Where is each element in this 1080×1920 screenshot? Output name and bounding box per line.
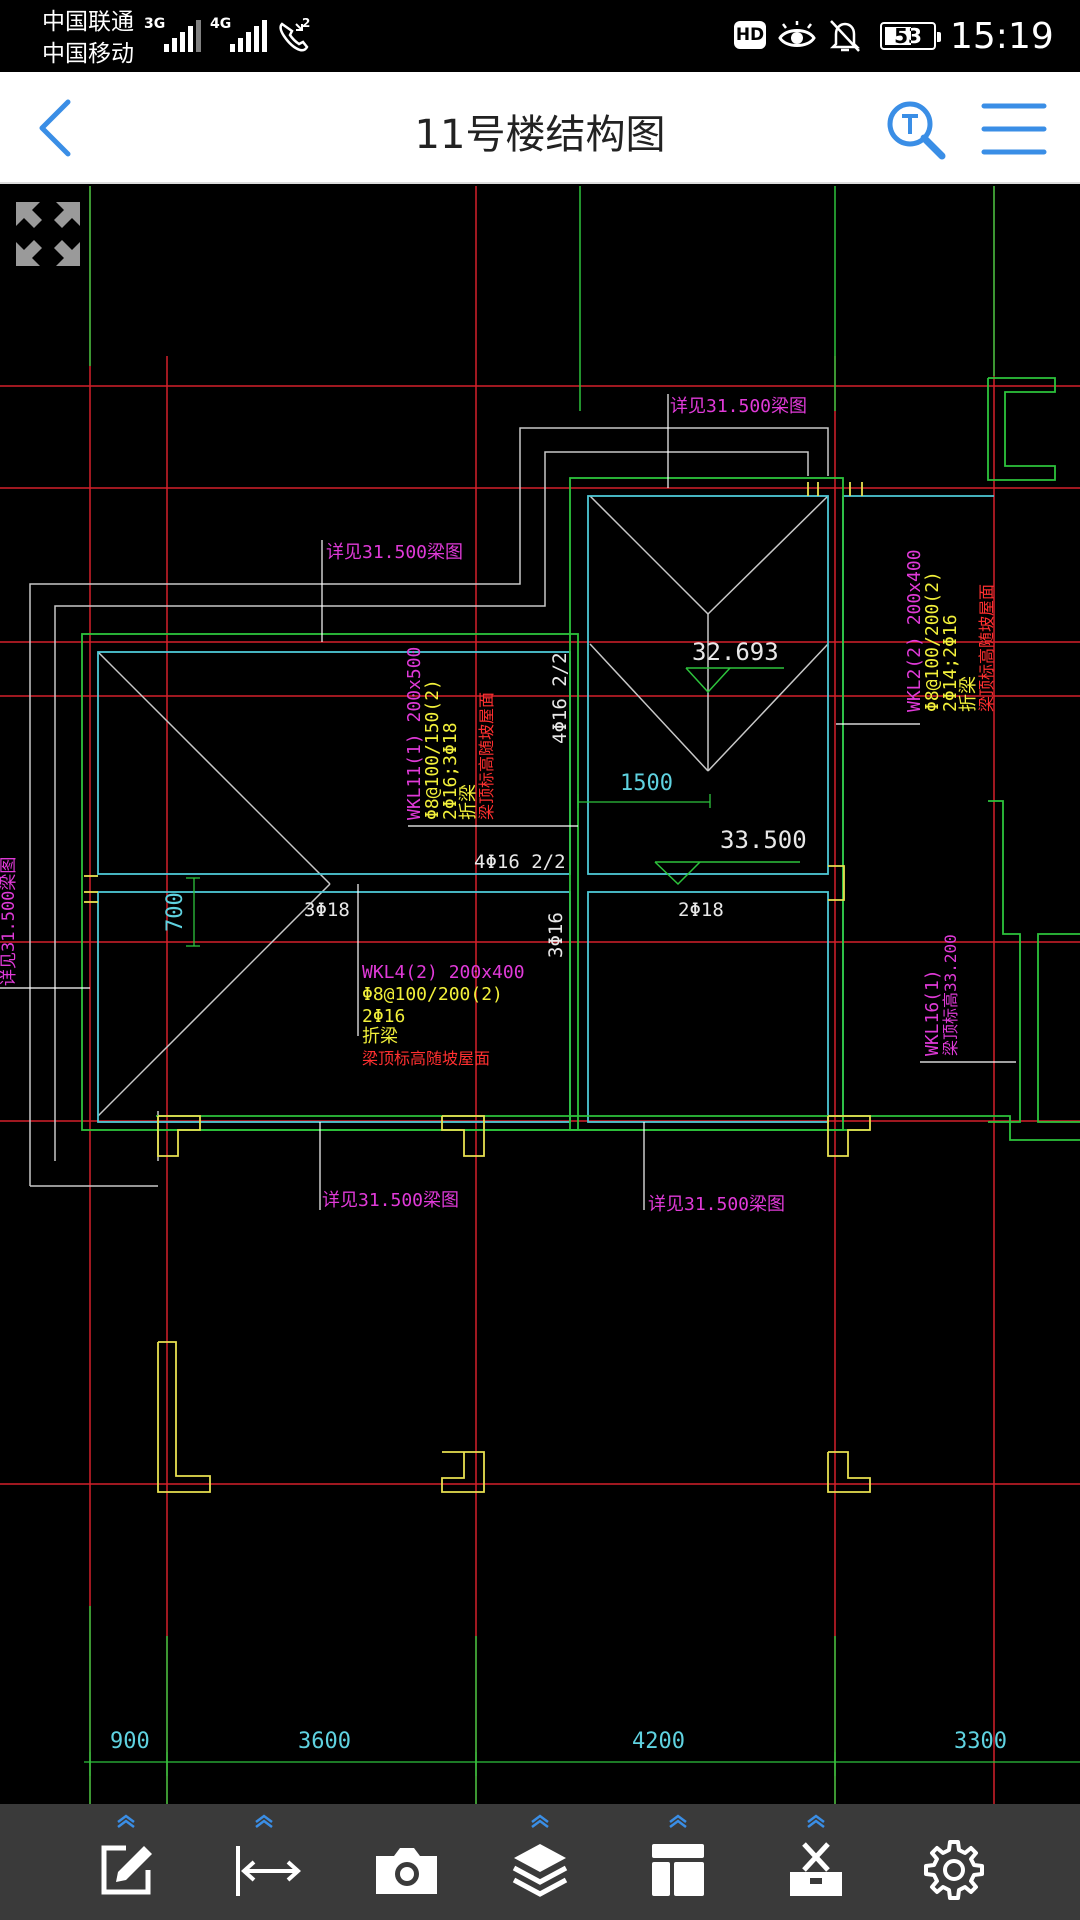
wkl4-line-3: 2Φ16 [362, 1006, 405, 1027]
ref-bottom-right-label: 详见31.500梁图 [648, 1194, 785, 1215]
menu-button[interactable] [980, 102, 1048, 156]
carrier-2: 中国移动 [42, 41, 134, 67]
dimension-1500: 1500 [620, 771, 673, 796]
wkl16-line-2: 梁顶标高33.200 [941, 934, 960, 1056]
wkl2-line-4: 折梁 [958, 676, 979, 712]
settings-tool-button[interactable] [899, 1804, 1009, 1920]
ref-left-vertical-label: 详见31.500梁图 [0, 857, 19, 986]
camera-icon [376, 1848, 437, 1894]
title-bar: 11号楼结构图 [0, 72, 1080, 184]
dim-bottom-1: 3600 [298, 1729, 351, 1754]
wkl16-line-1: WKL16(1) [922, 969, 943, 1056]
ref-top-label: 详见31.500梁图 [670, 396, 807, 417]
structural-drawing[interactable]: 详见31.500梁图 详见31.500梁图 详见31.500梁图 详见31.50… [0, 186, 1080, 1804]
toolbox-tool-button[interactable] [761, 1804, 871, 1920]
toolbox-icon [790, 1842, 842, 1896]
carrier-1: 中国联通 [42, 9, 134, 35]
call-badge: 2 [302, 16, 311, 30]
beam-outlines [97, 495, 994, 1123]
rebar-2f18: 2Φ18 [678, 899, 724, 921]
expand-icon [16, 202, 80, 266]
rebar-3f16: 3Φ16 [545, 912, 567, 958]
elevation-32693: 32.693 [692, 638, 779, 666]
fullscreen-button[interactable] [12, 198, 84, 270]
edit-tool-button[interactable] [71, 1804, 181, 1920]
eye-comfort-icon [778, 21, 816, 47]
elevation-33500: 33.500 [720, 826, 807, 854]
edit-icon [101, 1845, 152, 1895]
signal-strength-icon [164, 20, 201, 52]
wkl4-annotation: WKL4(2) 200x400 Φ8@100/200(2) 2Φ16 折梁 梁顶… [362, 962, 525, 1068]
chevron-up-icon [117, 1814, 135, 1828]
text-search-button[interactable] [884, 98, 948, 162]
text-search-icon [887, 101, 946, 160]
chevron-up-icon [531, 1814, 549, 1828]
wkl2-line-5: 梁顶标高随坡屋面 [977, 584, 996, 712]
carrier-names: 中国联通 中国移动 [42, 6, 134, 70]
wkl11-line-4: 折梁 [458, 784, 479, 820]
measure-icon [236, 1846, 301, 1896]
clock: 15:19 [950, 16, 1054, 57]
wkl4-line-4: 折梁 [362, 1026, 398, 1047]
layers-tool-button[interactable] [485, 1804, 595, 1920]
hd-badge: HD [734, 21, 766, 49]
measure-tool-button[interactable] [209, 1804, 319, 1920]
dimension-700: 700 [163, 892, 188, 932]
ref-mid-label: 详见31.500梁图 [326, 542, 463, 563]
annotations: 详见31.500梁图 详见31.500梁图 详见31.500梁图 详见31.50… [0, 396, 1007, 1754]
rebar-3f18: 3Φ18 [304, 899, 350, 921]
battery-level: 53 [894, 24, 922, 48]
rebar-4f16-horizontal: 4Φ16 2/2 [474, 851, 566, 873]
network-type-2: 4G [210, 16, 232, 32]
signal-strength-icon-2 [230, 20, 267, 52]
leader-lines [0, 394, 1016, 1210]
wkl2-annotation: WKL2(2) 200x400 Φ8@100/200(2) 2Φ14;2Φ16 … [904, 549, 996, 712]
chevron-up-icon [669, 1814, 687, 1828]
camera-tool-button[interactable] [347, 1804, 457, 1920]
bottom-toolbar [0, 1804, 1080, 1920]
wkl4-line-1: WKL4(2) 200x400 [362, 962, 525, 983]
rebar-4f16-vertical: 4Φ16 2/2 [549, 652, 571, 744]
wkl11-line-5: 梁顶标高随坡屋面 [477, 692, 496, 820]
wkl11-annotation: WKL11(1) 200x500 Φ8@100/150(2) 2Φ16;3Φ18… [404, 647, 496, 820]
chevron-up-icon [255, 1814, 273, 1828]
layout-tool-button[interactable] [623, 1804, 733, 1920]
drawing-canvas[interactable]: 详见31.500梁图 详见31.500梁图 详见31.500梁图 详见31.50… [0, 186, 1080, 1804]
gear-icon [924, 1840, 984, 1900]
dim-bottom-2: 4200 [632, 1729, 685, 1754]
wkl16-annotation: WKL16(1) 梁顶标高33.200 [922, 934, 960, 1056]
status-bar: 中国联通 中国移动 3G 4G 2 HD 53 15:19 [0, 0, 1080, 72]
chevron-up-icon [807, 1814, 825, 1828]
dim-bottom-3: 3300 [954, 1729, 1007, 1754]
layout-icon [652, 1844, 704, 1896]
network-type-1: 3G [144, 16, 166, 32]
ref-bottom-left-label: 详见31.500梁图 [322, 1190, 459, 1211]
dim-bottom-0: 900 [110, 1729, 150, 1754]
mute-bell-icon [829, 20, 861, 52]
wkl4-line-5: 梁顶标高随坡屋面 [362, 1049, 490, 1068]
hamburger-menu-icon [981, 103, 1047, 155]
battery-icon: 53 [880, 22, 941, 50]
status-right: HD 53 15:19 [734, 12, 1054, 60]
wkl4-line-2: Φ8@100/200(2) [362, 984, 503, 1005]
layers-icon [512, 1844, 568, 1897]
